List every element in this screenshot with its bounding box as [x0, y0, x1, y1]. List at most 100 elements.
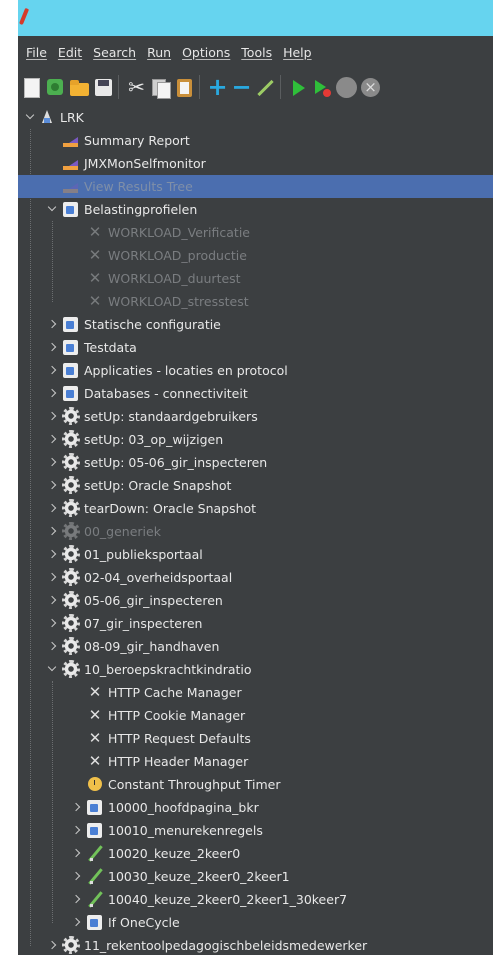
tree-node[interactable]: Summary Report [18, 129, 493, 152]
tree-node[interactable]: Constant Throughput Timer [18, 773, 493, 796]
chevron-right-icon[interactable] [46, 451, 60, 474]
chevron-down-icon[interactable] [46, 198, 60, 221]
tree-node[interactable]: Testdata [18, 336, 493, 359]
tree-node[interactable]: 01_publieksportaal [18, 543, 493, 566]
tree-node[interactable]: 10040_keuze_2keer0_2keer1_30keer7 [18, 888, 493, 911]
chevron-right-icon[interactable] [46, 382, 60, 405]
tree-node[interactable]: Databases - connectiviteit [18, 382, 493, 405]
tree-node[interactable]: JMXMonSelfmonitor [18, 152, 493, 175]
tree-node[interactable]: ✕ HTTP Header Manager [18, 750, 493, 773]
tree-node[interactable]: LRK [18, 106, 493, 129]
toggle-icon[interactable] [255, 77, 276, 98]
tree-node[interactable]: setUp: 03_op_wijzigen [18, 428, 493, 451]
sampler-pipette-icon [86, 844, 104, 862]
tree-node[interactable]: 10000_hoofdpagina_bkr [18, 796, 493, 819]
chevron-right-icon[interactable] [46, 635, 60, 658]
chevron-right-icon[interactable] [70, 819, 84, 842]
tree-node[interactable]: ✕ WORKLOAD_duurtest [18, 267, 493, 290]
chevron-right-icon[interactable] [46, 543, 60, 566]
open-folder-icon[interactable] [69, 77, 90, 98]
chevron-right-icon[interactable] [46, 520, 60, 543]
tree-node[interactable]: 07_gir_inspecteren [18, 612, 493, 635]
tree-node[interactable]: ✕ WORKLOAD_productie [18, 244, 493, 267]
thread-group-icon [62, 200, 80, 218]
menu-edit[interactable]: Edit [58, 45, 82, 60]
tree-node[interactable]: ✕ HTTP Cookie Manager [18, 704, 493, 727]
test-plan-flask-icon [38, 108, 56, 126]
tree-node[interactable]: ✕ WORKLOAD_Verificatie [18, 221, 493, 244]
chevron-right-icon[interactable] [46, 336, 60, 359]
tree-node-label: Constant Throughput Timer [108, 777, 281, 792]
shutdown-icon[interactable] [360, 77, 381, 98]
menu-file[interactable]: File [26, 45, 47, 60]
templates-icon[interactable] [45, 77, 66, 98]
start-icon[interactable] [288, 77, 309, 98]
chevron-down-icon[interactable] [24, 106, 38, 129]
chevron-right-icon[interactable] [70, 865, 84, 888]
tree-node[interactable]: setUp: Oracle Snapshot [18, 474, 493, 497]
chevron-down-icon[interactable] [46, 658, 60, 681]
tree-node[interactable]: Statische configuratie [18, 313, 493, 336]
paste-icon[interactable] [174, 77, 195, 98]
chevron-right-icon[interactable] [46, 405, 60, 428]
cut-icon[interactable]: ✂ [126, 76, 147, 98]
gear-icon [62, 568, 80, 586]
tree-node[interactable]: Applicaties - locaties en protocol [18, 359, 493, 382]
tree-node[interactable]: 00_generiek [18, 520, 493, 543]
chevron-right-icon[interactable] [46, 612, 60, 635]
tree-node[interactable]: 10010_menurekenregels [18, 819, 493, 842]
tree-node[interactable]: 10030_keuze_2keer0_2keer1 [18, 865, 493, 888]
chevron-right-icon[interactable] [70, 796, 84, 819]
menu-help[interactable]: Help [283, 45, 312, 60]
tree-node[interactable]: 10020_keuze_2keer0 [18, 842, 493, 865]
stop-icon[interactable] [336, 76, 357, 98]
tree-node[interactable]: ✕ HTTP Request Defaults [18, 727, 493, 750]
tree-node-label: tearDown: Oracle Snapshot [84, 501, 257, 516]
save-icon[interactable] [93, 77, 114, 98]
tree-node-label: 05-06_gir_inspecteren [84, 593, 223, 608]
thread-group-icon [86, 798, 104, 816]
tree-node[interactable]: ✕ WORKLOAD_stresstest [18, 290, 493, 313]
listener-chart-icon [62, 131, 80, 149]
tree-node[interactable]: ✕ HTTP Cache Manager [18, 681, 493, 704]
tree-node-label: setUp: standaardgebruikers [84, 409, 258, 424]
tree-node[interactable]: setUp: standaardgebruikers [18, 405, 493, 428]
tree-node[interactable]: 08-09_gir_handhaven [18, 635, 493, 658]
chevron-right-icon[interactable] [70, 842, 84, 865]
chevron-right-icon[interactable] [46, 474, 60, 497]
timer-icon [86, 775, 104, 793]
tree-node[interactable]: 02-04_overheidsportaal [18, 566, 493, 589]
menu-run[interactable]: Run [147, 45, 171, 60]
chevron-right-icon[interactable] [46, 589, 60, 612]
copy-icon[interactable] [150, 77, 171, 99]
chevron-right-icon[interactable] [70, 911, 84, 934]
tree-node[interactable]: View Results Tree [18, 175, 493, 198]
chevron-right-icon[interactable] [46, 428, 60, 451]
new-file-icon[interactable] [21, 77, 42, 98]
chevron-right-icon[interactable] [70, 888, 84, 911]
config-element-icon: ✕ [88, 683, 102, 701]
tree-node[interactable]: 11_rekentoolpedagogischbeleidsmedewerker [18, 934, 493, 955]
plus-icon[interactable]: + [207, 75, 228, 99]
chevron-right-icon[interactable] [46, 934, 60, 955]
tree-node-label: 02-04_overheidsportaal [84, 570, 233, 585]
chevron-right-icon[interactable] [46, 566, 60, 589]
start-no-pauses-icon[interactable] [312, 77, 333, 98]
tree-node[interactable]: If OneCycle [18, 911, 493, 934]
tree-node-label: WORKLOAD_productie [108, 248, 247, 263]
tree-node[interactable]: tearDown: Oracle Snapshot [18, 497, 493, 520]
toolbar-separator [280, 75, 281, 99]
tree-node[interactable]: 10_beroepskrachtkindratio [18, 658, 493, 681]
menu-search[interactable]: Search [93, 45, 136, 60]
chevron-right-icon[interactable] [46, 359, 60, 382]
tree-node[interactable]: Belastingprofielen [18, 198, 493, 221]
menu-tools[interactable]: Tools [241, 45, 272, 60]
chevron-right-icon[interactable] [46, 497, 60, 520]
tree-node[interactable]: 05-06_gir_inspecteren [18, 589, 493, 612]
tree-node-label: WORKLOAD_duurtest [108, 271, 241, 286]
minus-icon[interactable]: − [231, 75, 252, 99]
chevron-right-icon[interactable] [46, 313, 60, 336]
gear-icon [62, 660, 80, 678]
tree-node[interactable]: setUp: 05-06_gir_inspecteren [18, 451, 493, 474]
menu-options[interactable]: Options [182, 45, 230, 60]
